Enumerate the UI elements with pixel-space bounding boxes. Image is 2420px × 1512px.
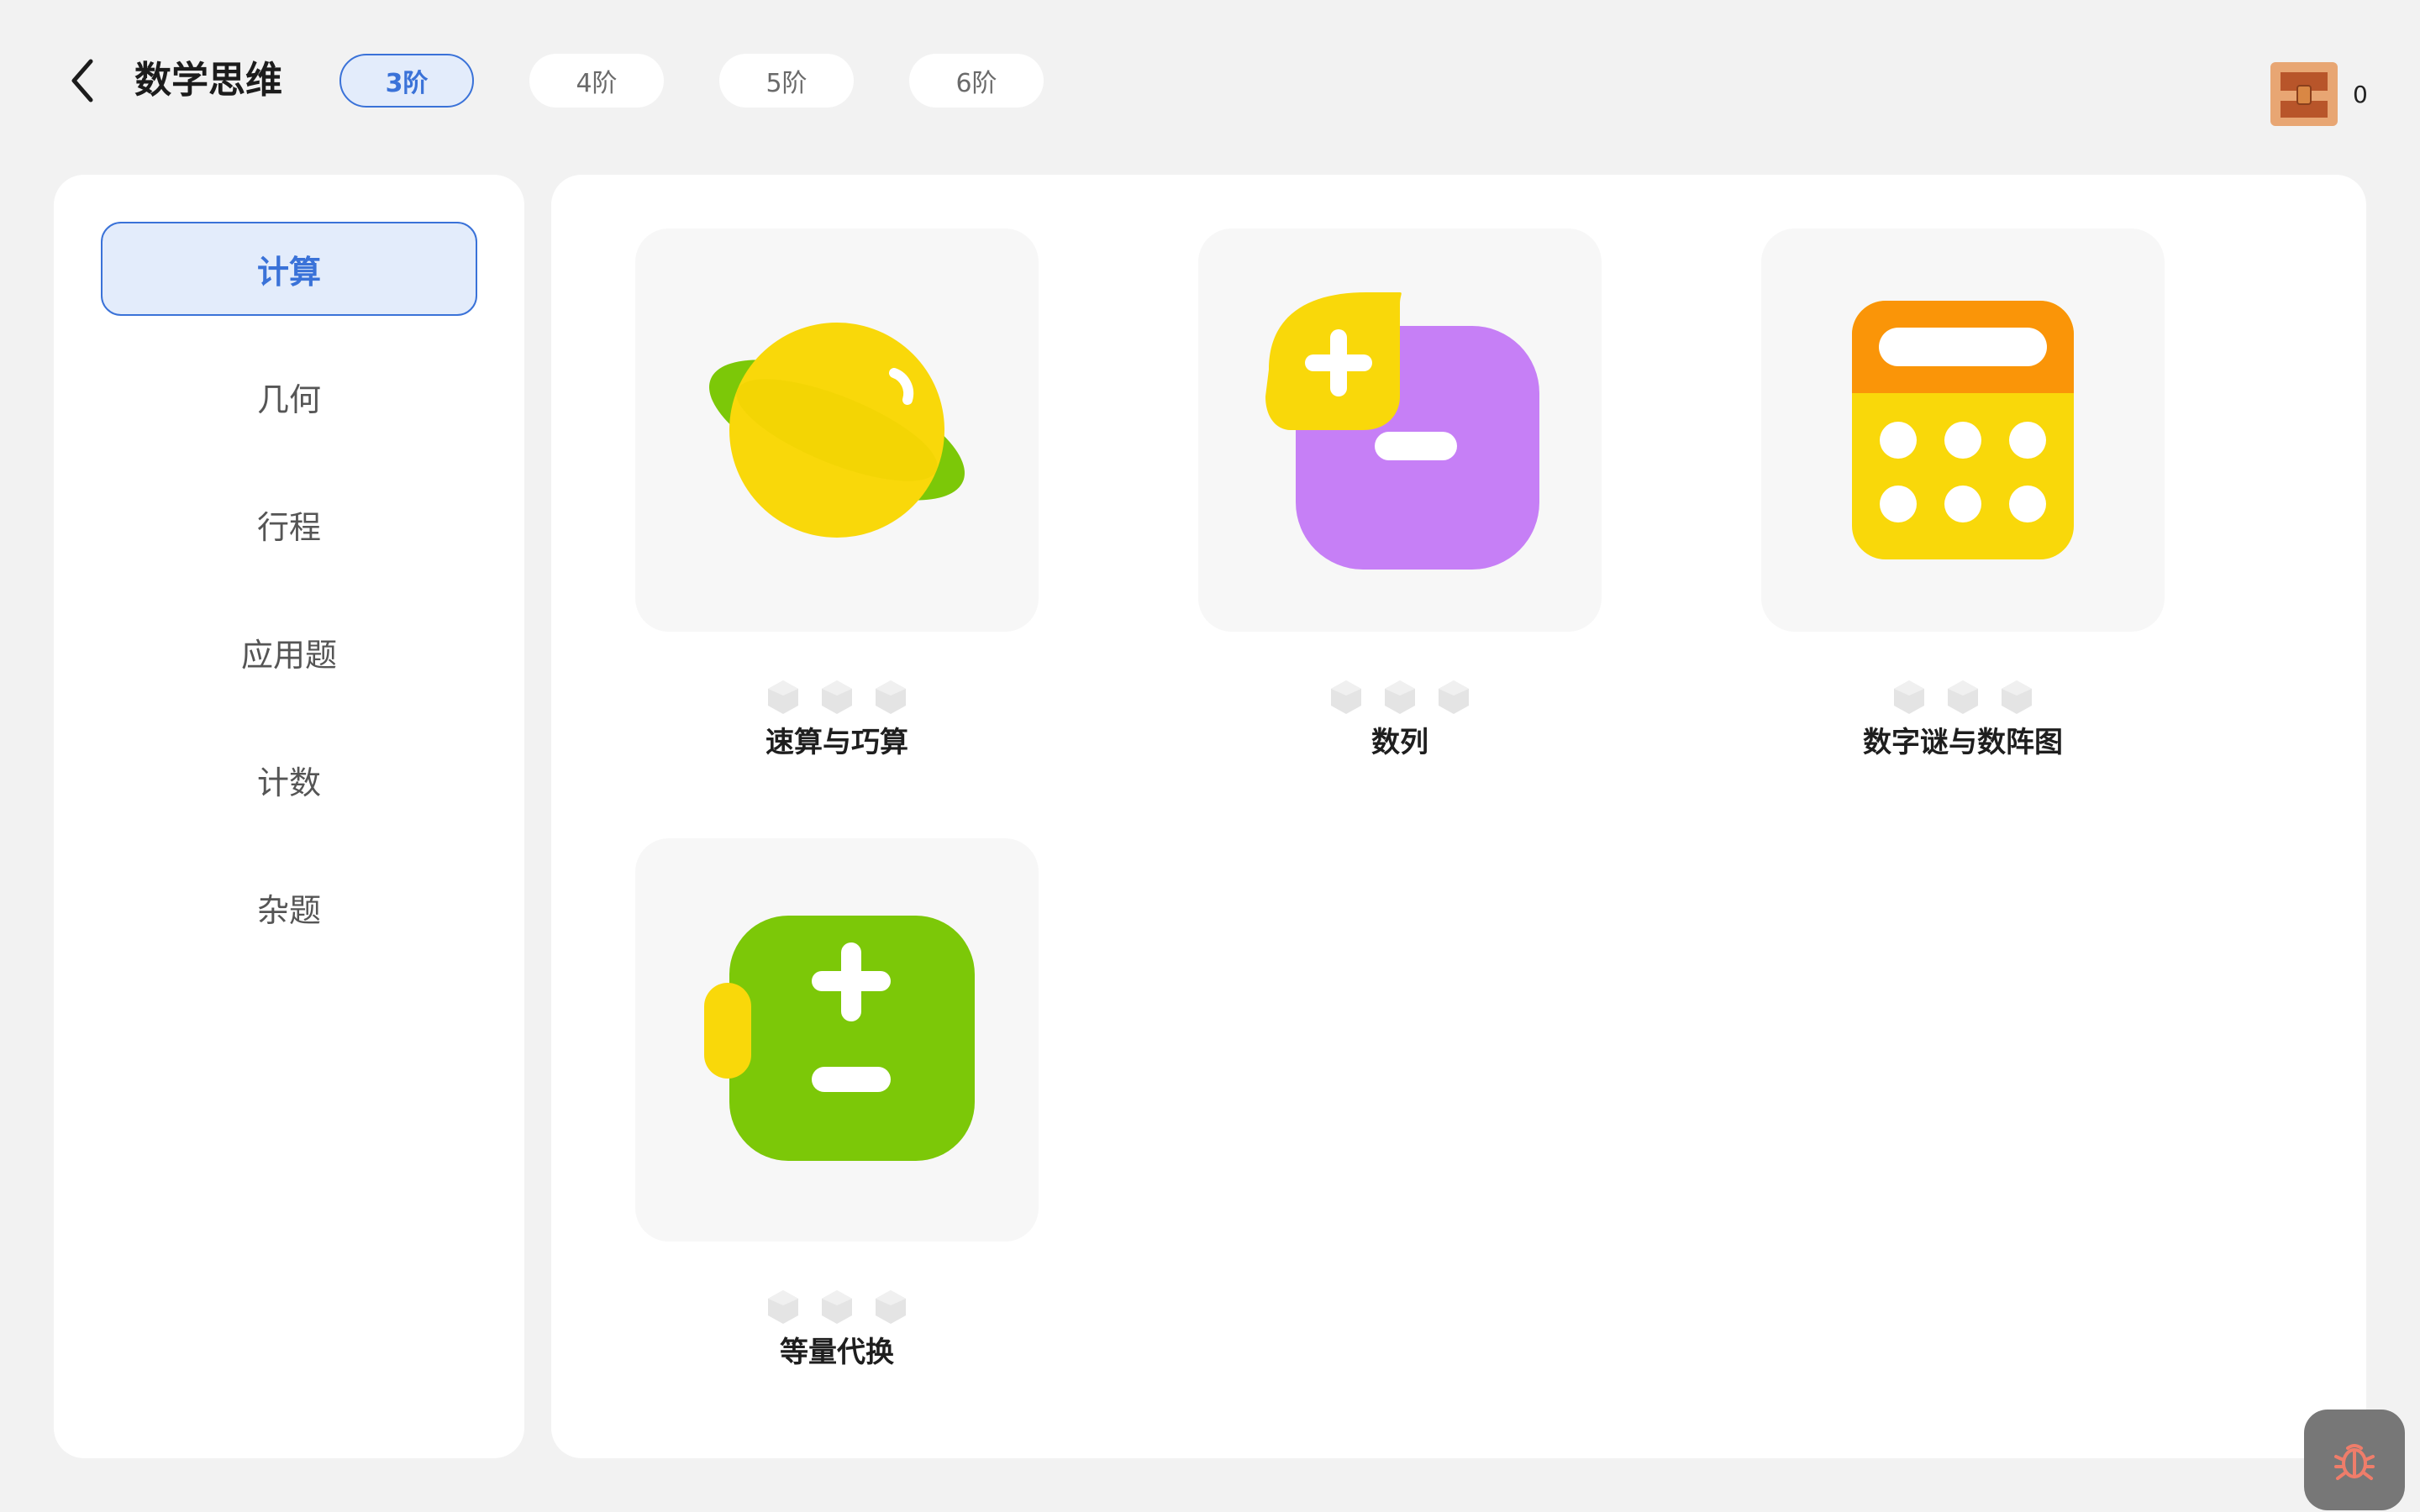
treasure-chest-icon[interactable]	[2269, 60, 2339, 128]
course-card[interactable]: 数列	[1198, 228, 1602, 759]
star-rating	[635, 1289, 1039, 1326]
gem-icon	[768, 680, 798, 714]
gem-icon	[2002, 680, 2032, 714]
chevron-left-icon	[71, 59, 93, 102]
gem-icon	[876, 1290, 906, 1324]
course-grid: 速算与巧算 数列 数字谜与数阵图 等量代换	[551, 175, 2366, 1458]
course-card[interactable]: 等量代换	[635, 838, 1039, 1369]
category-sidebar: 计算 几何 行程 应用题 计数 杂题	[54, 175, 524, 1458]
star-rating	[635, 679, 1039, 716]
gem-icon	[768, 1290, 798, 1324]
course-title: 数列	[1371, 726, 1428, 759]
course-tile	[635, 838, 1039, 1242]
plus-minus-icon	[1265, 292, 1539, 570]
course-title: 速算与巧算	[765, 726, 908, 759]
equation-board-icon	[704, 916, 975, 1161]
course-card[interactable]: 数字谜与数阵图	[1761, 228, 2165, 759]
back-button[interactable]	[60, 57, 103, 104]
sidebar-item-counting[interactable]: 计数	[101, 732, 477, 827]
calculator-icon	[1852, 301, 2074, 559]
course-tile	[1198, 228, 1602, 632]
course-title: 等量代换	[780, 1336, 894, 1369]
gem-icon	[1385, 680, 1415, 714]
gem-icon	[1894, 680, 1924, 714]
gem-icon	[822, 1290, 852, 1324]
sidebar-item-travel[interactable]: 行程	[101, 477, 477, 571]
gem-icon	[822, 680, 852, 714]
course-card[interactable]: 速算与巧算	[635, 228, 1039, 759]
tab-level-3[interactable]: 3阶	[339, 54, 474, 108]
gem-icon	[876, 680, 906, 714]
sidebar-item-geometry[interactable]: 几何	[101, 349, 477, 444]
star-rating	[1761, 679, 2165, 716]
tab-level-5[interactable]: 5阶	[719, 54, 854, 108]
course-tile	[1761, 228, 2165, 632]
gem-icon	[1331, 680, 1361, 714]
sidebar-item-misc[interactable]: 杂题	[101, 860, 477, 954]
gem-icon	[1948, 680, 1978, 714]
tab-level-6[interactable]: 6阶	[909, 54, 1044, 108]
planet-icon	[709, 323, 965, 538]
sidebar-item-word-problems[interactable]: 应用题	[101, 605, 477, 699]
star-rating	[1198, 679, 1602, 716]
page-title: 数学思维	[134, 59, 282, 102]
gem-icon	[1439, 680, 1469, 714]
course-title: 数字谜与数阵图	[1863, 726, 2063, 759]
bug-icon	[2334, 1444, 2375, 1480]
course-tile	[635, 228, 1039, 632]
coin-count: 0	[2353, 81, 2368, 108]
tab-level-4[interactable]: 4阶	[529, 54, 664, 108]
debug-button[interactable]	[2304, 1410, 2405, 1510]
sidebar-item-calculation[interactable]: 计算	[101, 222, 477, 316]
